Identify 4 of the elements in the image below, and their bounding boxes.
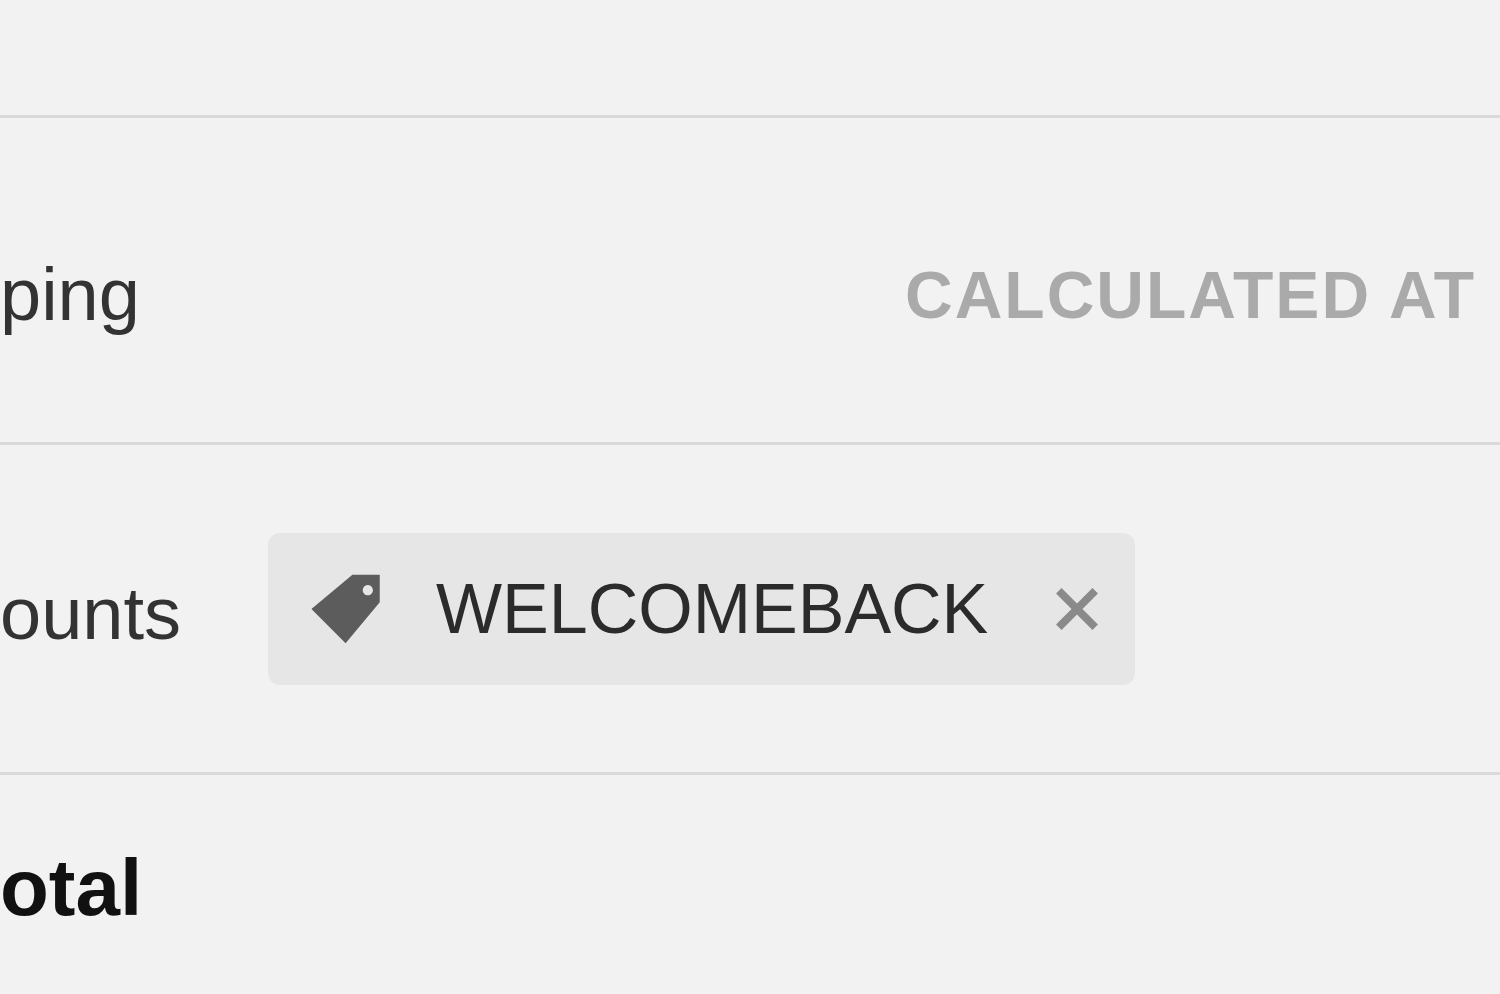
discounts-label: ounts	[0, 570, 183, 651]
shipping-value: CALCULATED AT	[905, 262, 1476, 328]
total-label: otal	[0, 848, 143, 928]
discount-code: WELCOMEBACK	[436, 573, 989, 644]
